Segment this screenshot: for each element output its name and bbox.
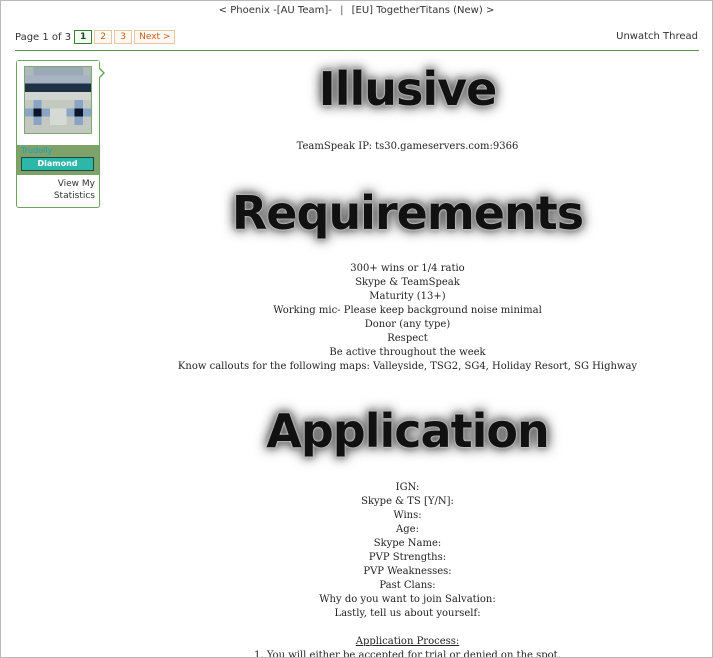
application-process-heading: Application Process:	[355, 636, 460, 647]
next-thread-link[interactable]: [EU] TogetherTitans (New) >	[352, 5, 495, 16]
requirement-item: Working mic- Please keep background nois…	[273, 305, 542, 316]
rank-badge: Diamond	[21, 157, 94, 171]
username[interactable]: Trudolly	[21, 146, 52, 155]
avatar[interactable]	[24, 66, 92, 134]
application-field: Why do you want to join Salvation:	[319, 594, 496, 605]
application-field: IGN:	[395, 482, 420, 493]
next-page-button[interactable]: Next >	[134, 30, 176, 44]
requirement-item: Respect	[387, 333, 428, 344]
application-field: PVP Strengths:	[368, 552, 447, 563]
avatar-pixel-icon	[25, 67, 91, 133]
thread-nav-separator: |	[340, 5, 344, 16]
application-field: Skype Name:	[373, 538, 442, 549]
requirement-item: Skype & TeamSpeak	[355, 277, 460, 288]
pagination: Page 1 of 3 1 2 3 Next >	[15, 30, 177, 44]
requirement-item: Maturity (13+)	[369, 291, 446, 302]
application-heading: Application	[266, 404, 549, 458]
stats-label-line1: View My	[57, 179, 95, 189]
application-field: Lastly, tell us about yourself:	[334, 608, 481, 619]
application-field: Skype & TS [Y/N]:	[361, 496, 454, 507]
page-2-button[interactable]: 2	[94, 30, 113, 44]
application-field: Age:	[396, 524, 419, 535]
application-field: Past Clans:	[379, 580, 436, 591]
thread-navigation: < Phoenix -[AU Team]- | [EU] TogetherTit…	[1, 5, 712, 16]
requirement-item: Be active throughout the week	[329, 347, 486, 358]
requirements-heading: Requirements	[231, 186, 584, 240]
requirement-item: Know callouts for the following maps: Va…	[177, 361, 638, 372]
requirement-item: 300+ wins or 1/4 ratio	[350, 263, 465, 274]
application-field: PVP Weaknesses:	[363, 566, 452, 577]
post-title: Illusive	[318, 62, 498, 116]
view-statistics-link[interactable]: View My Statistics	[17, 178, 95, 202]
page-3-button[interactable]: 3	[114, 30, 133, 44]
user-info-box: Trudolly Diamond View My Statistics	[16, 60, 105, 208]
stats-label-line2: Statistics	[53, 191, 95, 201]
teamspeak-ip: TeamSpeak IP: ts30.gameservers.com:9366	[296, 141, 519, 152]
page-info: Page 1 of 3	[15, 31, 72, 43]
application-process-step: 1. You will either be accepted for trial…	[254, 650, 561, 658]
application-field: Wins:	[393, 510, 422, 521]
forum-thread-page: < Phoenix -[AU Team]- | [EU] TogetherTit…	[0, 0, 713, 658]
previous-thread-link[interactable]: < Phoenix -[AU Team]-	[219, 5, 332, 16]
header-divider	[15, 50, 699, 51]
requirement-item: Donor (any type)	[364, 319, 451, 330]
page-1-button[interactable]: 1	[74, 30, 93, 44]
unwatch-thread-link[interactable]: Unwatch Thread	[616, 31, 698, 42]
